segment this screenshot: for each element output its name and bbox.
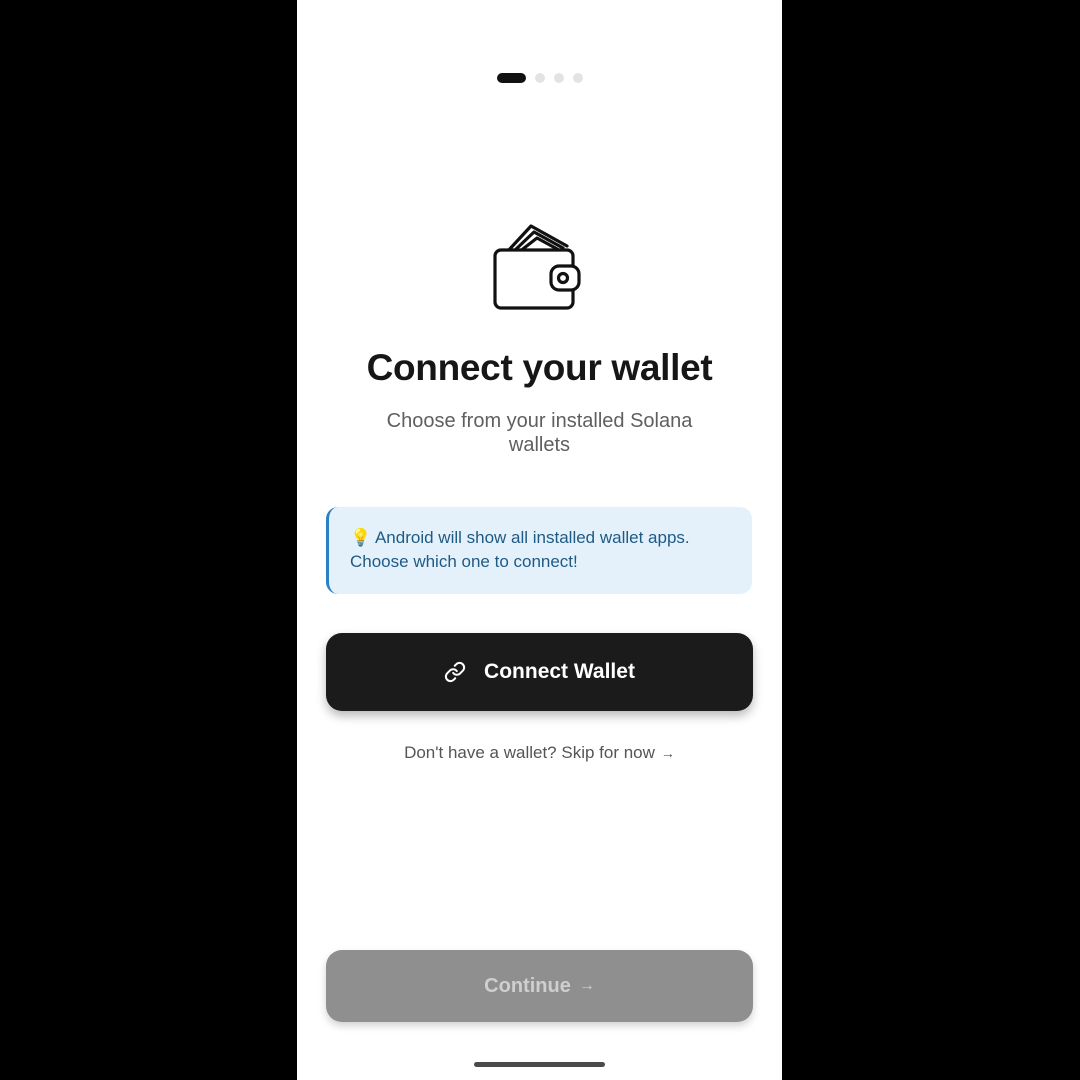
step-dot	[553, 73, 564, 83]
page-title: Connect your wallet	[366, 347, 713, 388]
info-callout: 💡 Android will show all installed wallet…	[326, 507, 752, 594]
connect-wallet-label: Connect Wallet	[484, 660, 635, 683]
lightbulb-icon: 💡	[350, 528, 372, 547]
connect-wallet-button[interactable]: Connect Wallet	[326, 633, 753, 711]
step-dot	[572, 73, 583, 83]
step-indicator	[297, 73, 782, 83]
arrow-right-icon: →	[578, 977, 595, 994]
continue-button[interactable]: Continue →	[326, 950, 753, 1022]
link-icon	[444, 661, 466, 683]
arrow-right-icon: →	[660, 745, 675, 761]
skip-label: Don't have a wallet? Skip for now	[404, 743, 655, 762]
onboarding-screen: Connect your wallet Choose from your ins…	[297, 0, 782, 1080]
page-subtitle: Choose from your installed Solana wallet…	[386, 410, 693, 456]
step-dot-active	[496, 73, 526, 83]
step-dot	[534, 73, 545, 83]
home-indicator[interactable]	[474, 1062, 605, 1067]
continue-label: Continue	[484, 974, 571, 997]
wallet-icon	[493, 224, 581, 310]
skip-link[interactable]: Don't have a wallet? Skip for now →	[297, 741, 782, 765]
info-text: Android will show all installed wallet a…	[350, 528, 690, 571]
